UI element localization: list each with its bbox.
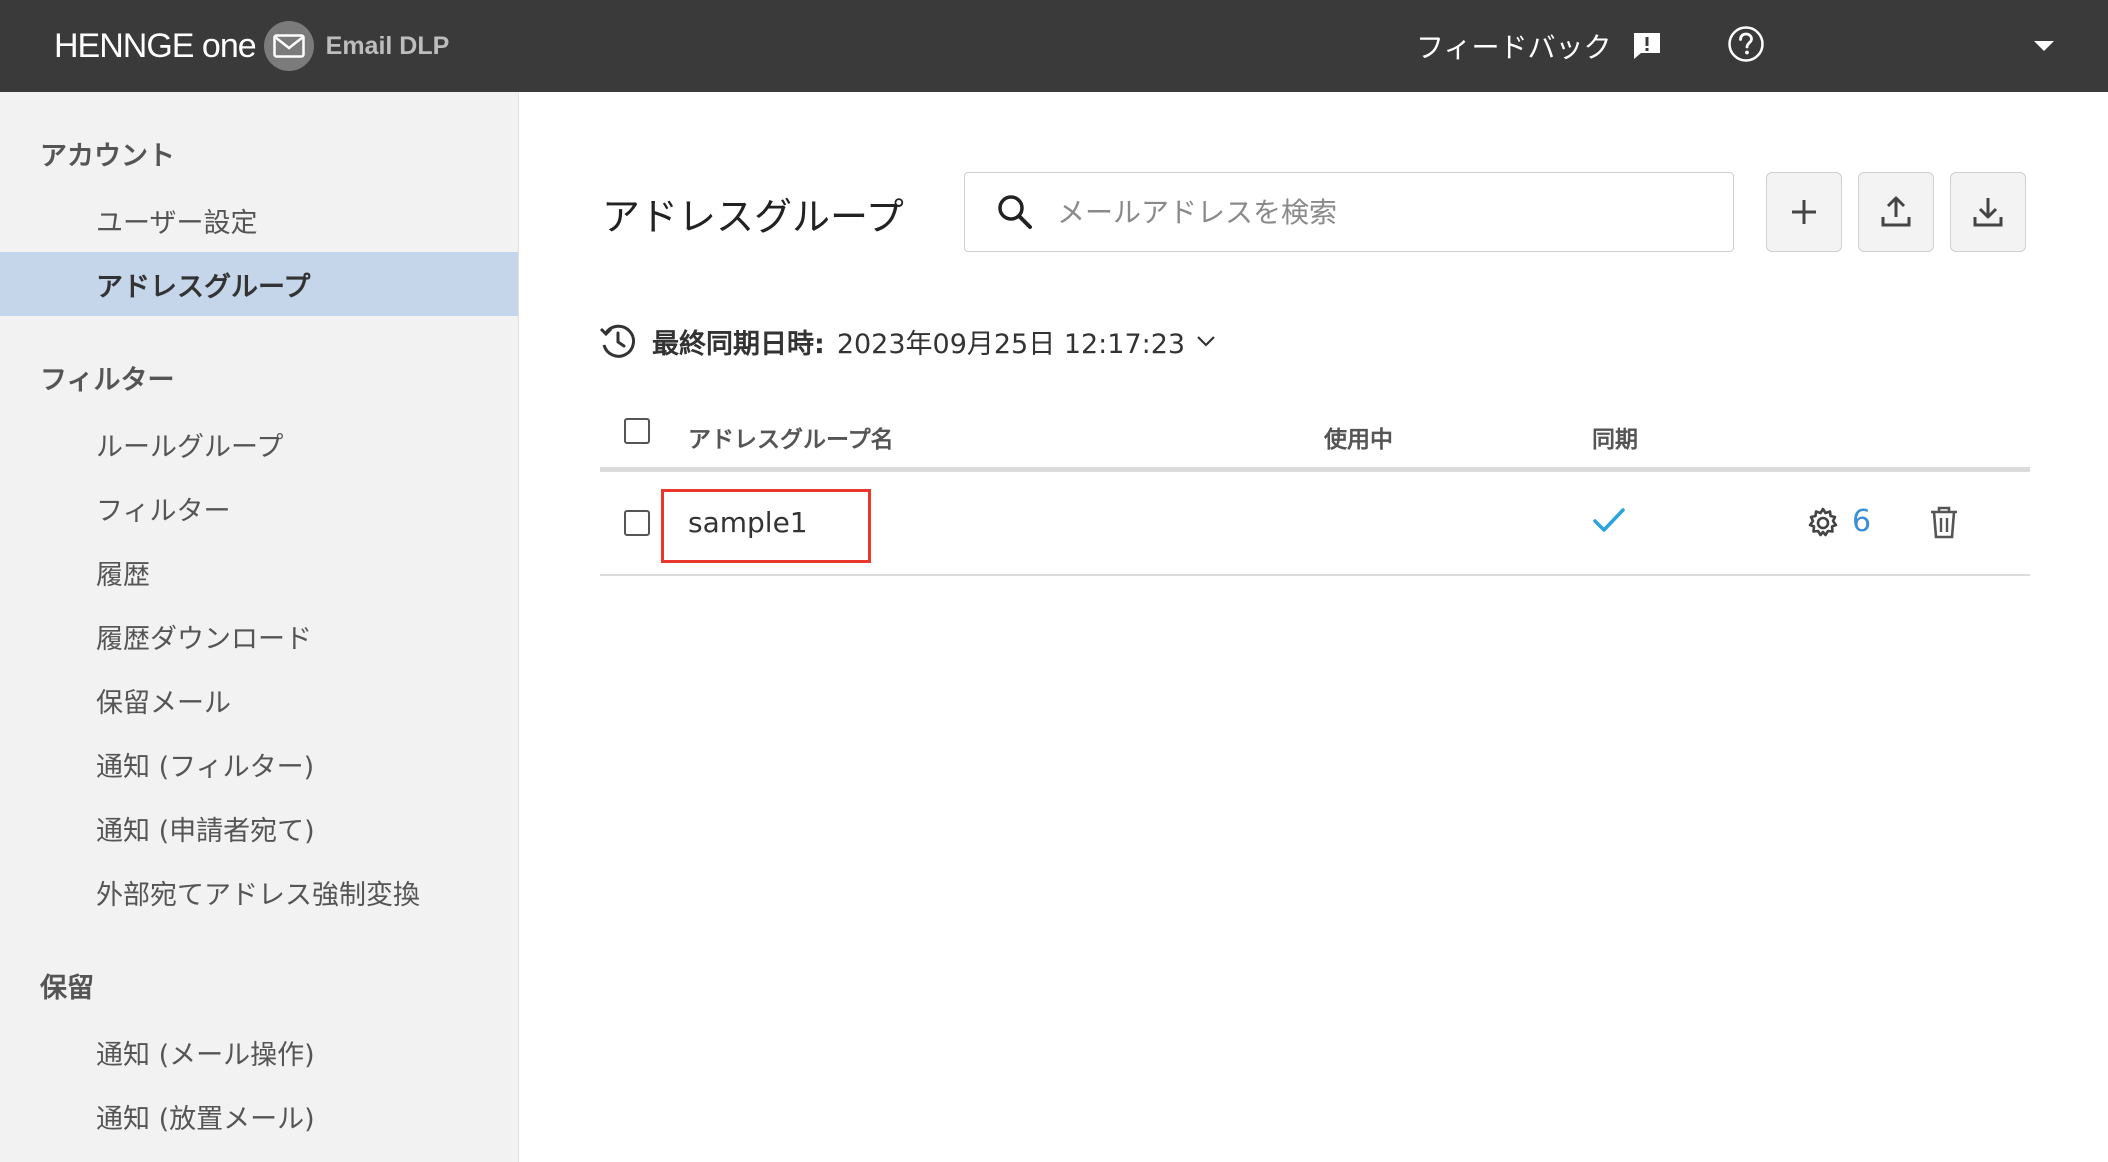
sidebar-item-held-mail[interactable]: 保留メール: [0, 668, 518, 732]
sidebar: アカウント ユーザー設定 アドレスグループ フィルター ルールグループ フィルタ…: [0, 92, 519, 1162]
top-bar: HENNGE one Email DLP フィードバック: [0, 0, 2108, 92]
last-sync-label: 最終同期日時:: [652, 328, 825, 360]
sidebar-section-filter: フィルター: [40, 365, 175, 396]
sidebar-item-notify-abandoned-mail[interactable]: 通知 (放置メール): [0, 1084, 518, 1148]
sidebar-item-rule-groups[interactable]: ルールグループ: [0, 412, 518, 476]
row-checkbox[interactable]: [624, 510, 650, 536]
sidebar-item-external-address-conversion[interactable]: 外部宛てアドレス強制変換: [0, 860, 518, 924]
sidebar-item-history-download[interactable]: 履歴ダウンロード: [0, 604, 518, 668]
search-box[interactable]: [964, 172, 1734, 252]
plus-icon: [1792, 200, 1816, 224]
sidebar-item-notify-filter[interactable]: 通知 (フィルター): [0, 732, 518, 796]
chevron-down-icon[interactable]: [2032, 34, 2056, 58]
mail-icon: [263, 21, 314, 71]
sidebar-item-notify-mail-operation[interactable]: 通知 (メール操作): [0, 1020, 518, 1084]
trash-icon[interactable]: [1928, 504, 1960, 540]
highlight-box: [661, 489, 871, 563]
last-sync-info: 最終同期日時: 2023年09月25日 12:17:23: [598, 318, 1217, 364]
feedback-icon: [1634, 33, 1661, 59]
search-input[interactable]: [1057, 195, 1697, 229]
column-header-in-use: 使用中: [1324, 427, 1393, 453]
sidebar-section-hold: 保留: [40, 973, 94, 1004]
member-count-link[interactable]: 6: [1852, 504, 1871, 539]
sync-history-icon: [599, 324, 636, 358]
column-header-name[interactable]: アドレスグループ名: [688, 420, 894, 454]
page-title: アドレスグループ: [602, 195, 904, 239]
sidebar-item-filters[interactable]: フィルター: [0, 476, 518, 540]
last-sync-value: 2023年09月25日 12:17:23: [836, 328, 1186, 360]
sidebar-item-notify-requester[interactable]: 通知 (申請者宛て): [0, 796, 518, 860]
sidebar-item-history[interactable]: 履歴: [0, 540, 518, 604]
gear-icon[interactable]: [1806, 506, 1840, 540]
synced-check-icon: [1593, 508, 1625, 532]
select-all-checkbox[interactable]: [624, 418, 650, 444]
feedback-button[interactable]: フィードバック: [1416, 24, 1663, 68]
product-name: Email DLP: [325, 31, 450, 60]
add-button[interactable]: [1766, 172, 1842, 252]
download-button[interactable]: [1950, 172, 2026, 252]
sidebar-section-account: アカウント: [40, 141, 175, 172]
chevron-down-icon[interactable]: [1195, 330, 1217, 352]
help-icon[interactable]: [1726, 24, 1766, 64]
header-divider: [600, 467, 2030, 472]
sidebar-item-address-groups[interactable]: アドレスグループ: [0, 252, 518, 316]
feedback-label: フィードバック: [1416, 31, 1612, 64]
upload-button[interactable]: [1858, 172, 1934, 252]
search-icon: [998, 195, 1032, 229]
download-icon: [1973, 198, 2003, 227]
upload-icon: [1881, 196, 1911, 227]
row-divider: [600, 574, 2030, 576]
sidebar-item-user-settings[interactable]: ユーザー設定: [0, 188, 518, 252]
column-header-sync: 同期: [1592, 427, 1638, 453]
brand-logo[interactable]: HENNGE one Email DLP: [54, 21, 450, 71]
brand-name: HENNGE one: [54, 26, 257, 65]
